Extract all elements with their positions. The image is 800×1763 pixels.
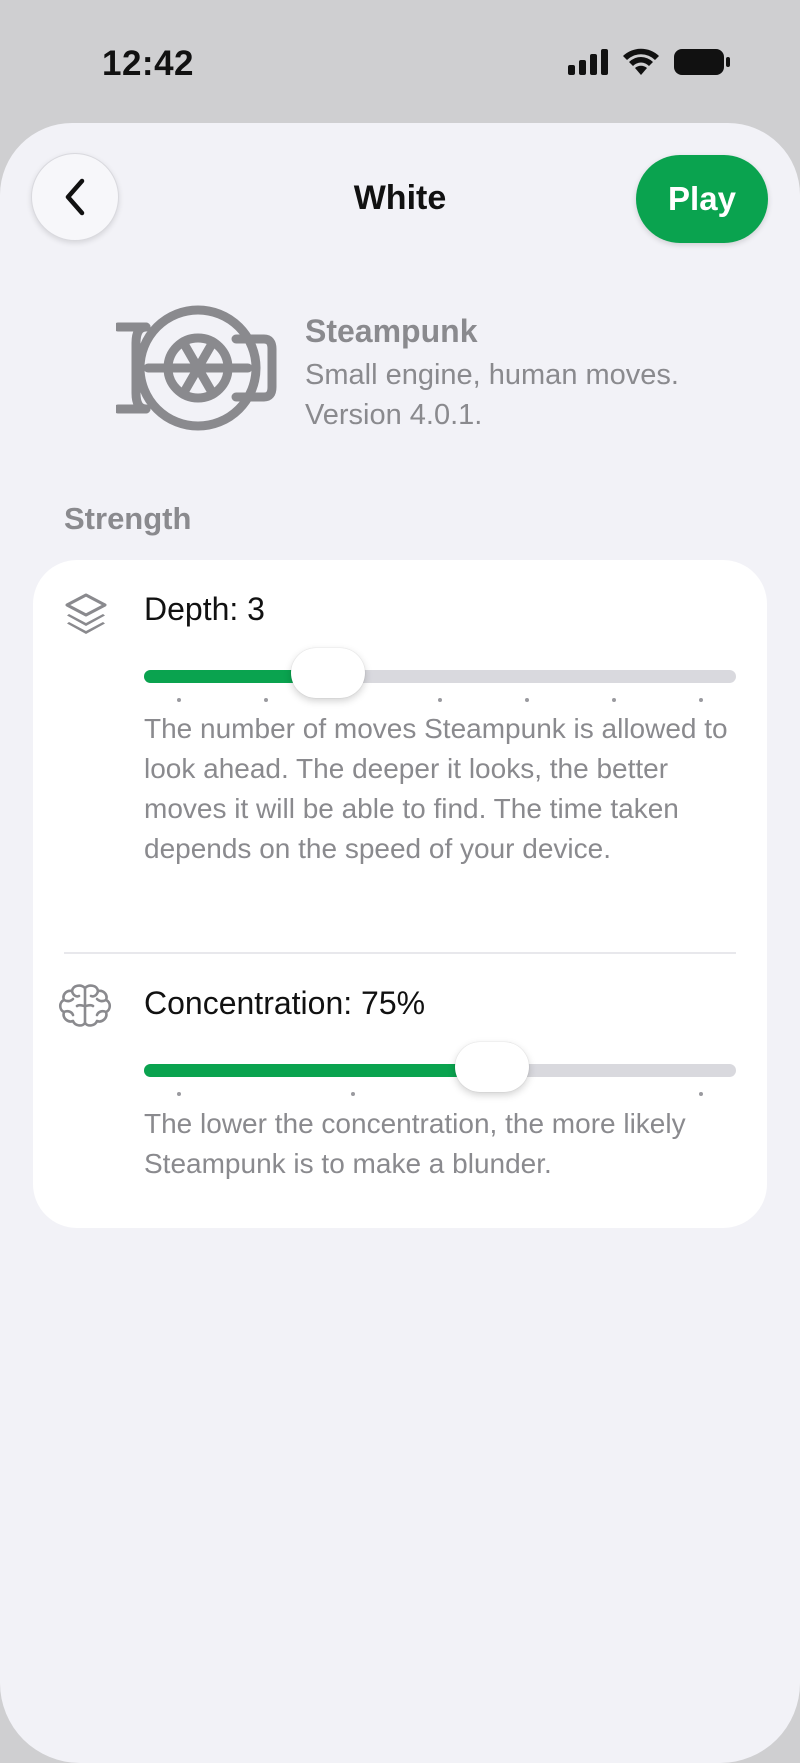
strength-card: Depth: 3 The number of moves Steampunk i… <box>33 560 767 1228</box>
depth-tick <box>438 698 442 702</box>
engine-description: Small engine, human moves. Version 4.0.1… <box>305 355 679 435</box>
depth-tick <box>525 698 529 702</box>
status-icons <box>568 48 730 76</box>
depth-description: The number of moves Steampunk is allowed… <box>144 713 728 864</box>
cellular-signal-icon <box>568 49 608 75</box>
status-bar: 12:42 <box>0 0 800 120</box>
wifi-icon <box>623 48 659 75</box>
concentration-label: Concentration: 75% <box>144 985 426 1021</box>
battery-icon <box>674 49 730 75</box>
concentration-slider-fill <box>144 1064 493 1077</box>
engine-name: Steampunk <box>305 313 478 349</box>
play-button[interactable]: Play <box>636 155 768 243</box>
concentration-slider[interactable] <box>144 1042 736 1096</box>
depth-tick <box>699 698 703 702</box>
concentration-tick <box>351 1092 355 1096</box>
concentration-tick <box>177 1092 181 1096</box>
concentration-slider-thumb[interactable] <box>455 1042 530 1092</box>
depth-label: Depth: 3 <box>144 591 265 627</box>
depth-slider-thumb[interactable] <box>291 648 366 698</box>
row-divider <box>64 952 736 954</box>
layers-icon <box>65 593 107 634</box>
brain-icon <box>58 984 112 1027</box>
engine-version: Version 4.0.1. <box>305 399 483 431</box>
depth-tick <box>177 698 181 702</box>
depth-tick <box>264 698 268 702</box>
strength-section-title: Strength <box>64 501 192 536</box>
concentration-tick <box>699 1092 703 1096</box>
concentration-description: The lower the concentration, the more li… <box>144 1108 686 1179</box>
status-time: 12:42 <box>102 44 195 83</box>
depth-slider[interactable] <box>144 648 736 702</box>
engine-tagline: Small engine, human moves. <box>305 359 679 391</box>
engine-settings-sheet: White Play Steampunk Small engine, human… <box>0 123 800 1763</box>
depth-tick <box>612 698 616 702</box>
steampunk-engine-icon <box>116 305 277 431</box>
